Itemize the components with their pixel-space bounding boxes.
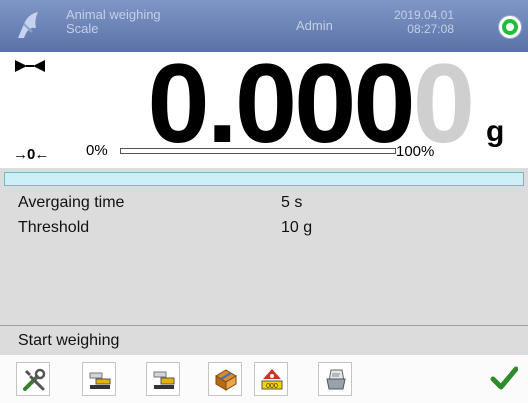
confirm-button[interactable]	[488, 362, 522, 396]
database-button[interactable]	[208, 362, 242, 396]
weight-unit[interactable]: g	[486, 115, 504, 149]
set-tare-icon	[153, 371, 175, 389]
checkmark-icon	[490, 366, 518, 390]
tare-icon	[89, 372, 111, 389]
bottom-toolbar: 000	[0, 355, 528, 403]
scale-logo-icon	[14, 10, 42, 40]
tare-button[interactable]	[82, 362, 116, 396]
print-icon	[326, 369, 346, 390]
date-time: 2019.04.01 08:27:08	[384, 8, 454, 36]
averaging-value: 5 s	[281, 194, 303, 211]
mode-name: Animal weighing	[66, 7, 161, 22]
database-icon	[215, 369, 237, 391]
divider	[0, 325, 528, 326]
tools-button[interactable]	[16, 362, 50, 396]
animal-scale-icon: 000	[261, 369, 283, 390]
working-mode[interactable]: Animal weighing Scale	[66, 8, 161, 36]
prompt-text: Start weighing	[18, 332, 120, 349]
mode-sub: Scale	[66, 21, 99, 36]
bargraph-max-label: 100%	[396, 143, 435, 160]
averaging-row: Avergaing time 5 s	[0, 194, 528, 214]
load-bargraph	[120, 148, 396, 154]
threshold-label: Threshold	[18, 219, 90, 236]
weighing-display: →0← 0.0000 g 0% 100%	[0, 48, 528, 168]
stability-marker-icon	[14, 58, 46, 79]
tools-icon	[23, 368, 46, 391]
weighing-progress-bar	[4, 172, 524, 186]
svg-text:000: 000	[266, 383, 278, 390]
zero-indicator: →0←	[13, 146, 49, 163]
threshold-value: 10 g	[281, 219, 313, 236]
connection-status-icon[interactable]	[498, 15, 522, 39]
logged-user[interactable]: Admin	[296, 18, 333, 33]
animal-scale-button[interactable]: 000	[254, 362, 288, 396]
threshold-row: Threshold 10 g	[0, 219, 528, 239]
time: 08:27:08	[407, 22, 454, 36]
print-button[interactable]	[318, 362, 352, 396]
averaging-label: Avergaing time	[18, 194, 125, 211]
set-tare-button[interactable]	[146, 362, 180, 396]
bargraph-min-label: 0%	[86, 142, 108, 159]
date: 2019.04.01	[393, 8, 454, 22]
